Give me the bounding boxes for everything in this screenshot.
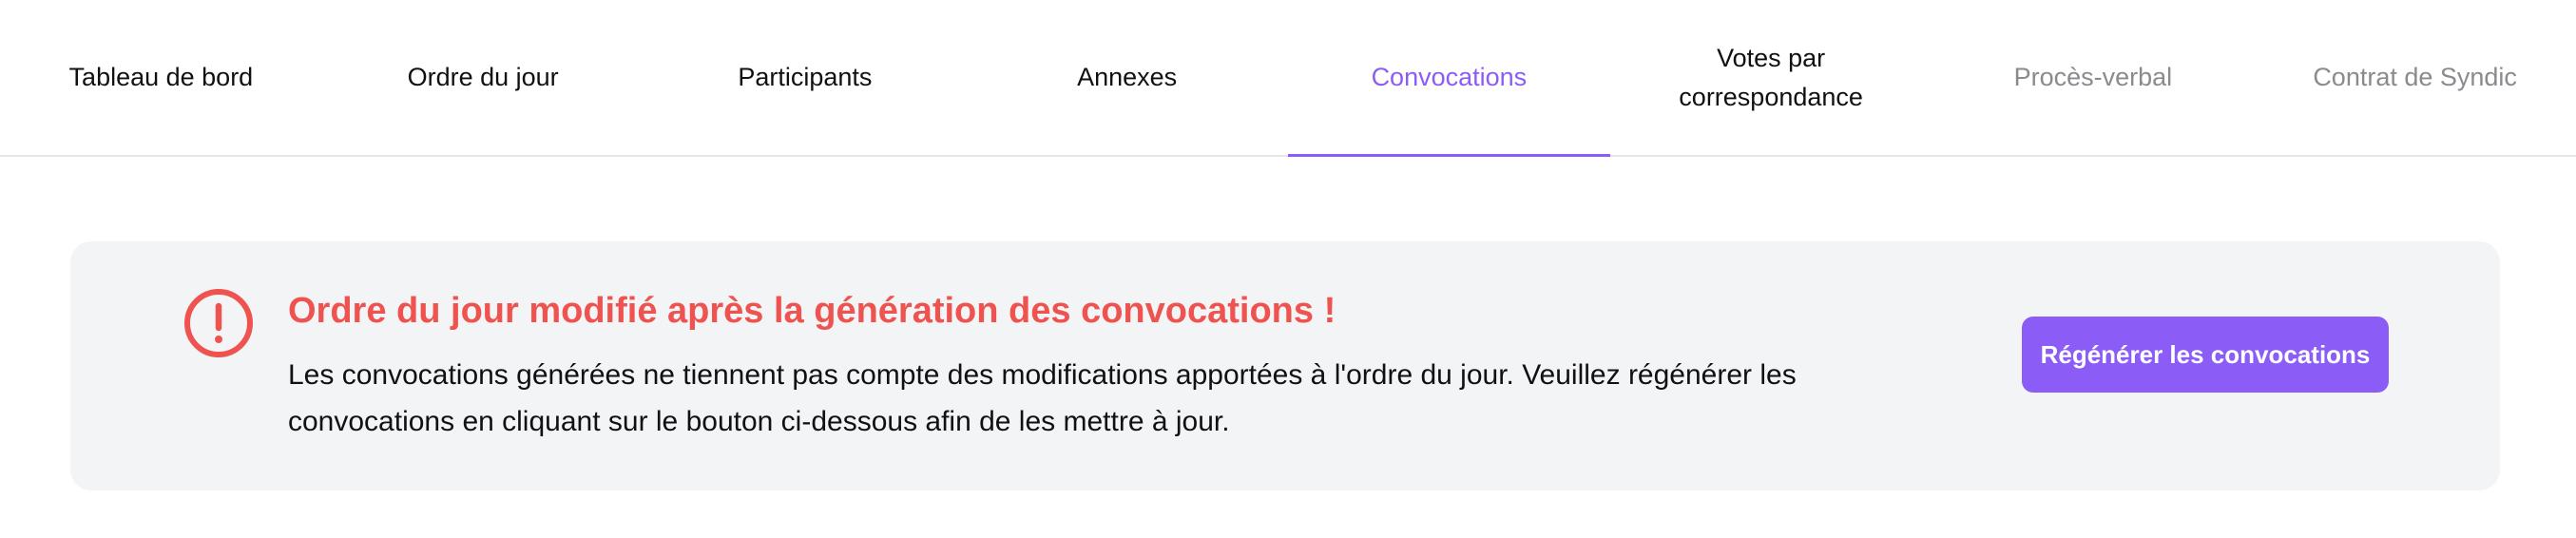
tab-bar: Tableau de bord Ordre du jour Participan… xyxy=(0,0,2576,157)
regenerate-convocations-button[interactable]: Régénérer les convocations xyxy=(2022,317,2389,393)
warning-alert: Ordre du jour modifié après la génératio… xyxy=(70,241,2500,490)
tab-tableau-de-bord[interactable]: Tableau de bord xyxy=(0,0,322,155)
tab-proces-verbal[interactable]: Procès-verbal xyxy=(1932,0,2255,155)
tab-annexes[interactable]: Annexes xyxy=(966,0,1288,155)
tab-convocations[interactable]: Convocations xyxy=(1288,0,1610,157)
tab-ordre-du-jour[interactable]: Ordre du jour xyxy=(322,0,644,155)
tab-votes-par-correspondance[interactable]: Votes par correspondance xyxy=(1610,0,1932,155)
exclamation-circle-icon xyxy=(183,287,255,359)
tab-contrat-de-syndic[interactable]: Contrat de Syndic xyxy=(2254,0,2576,155)
tab-participants[interactable]: Participants xyxy=(644,0,967,155)
alert-message: Les convocations générées ne tiennent pa… xyxy=(288,359,1797,437)
alert-title: Ordre du jour modifié après la génératio… xyxy=(288,291,1336,331)
